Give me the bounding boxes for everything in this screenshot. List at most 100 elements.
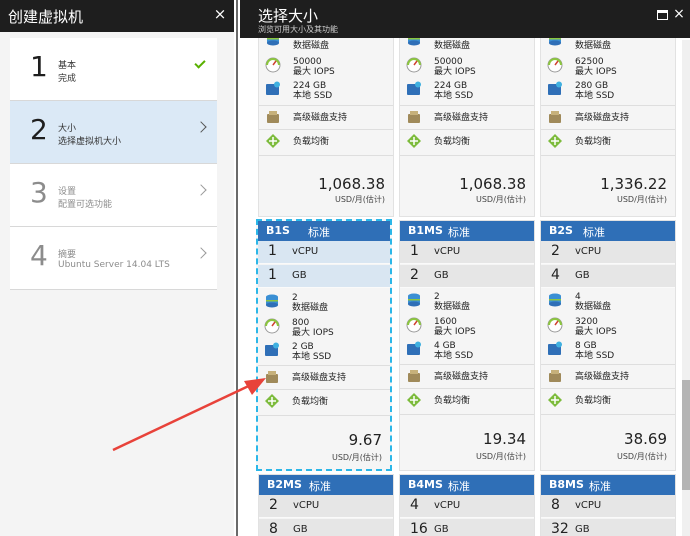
ram-value: 4 <box>551 267 560 283</box>
ssd-icon <box>548 341 562 355</box>
ssd-label: 本地 SSD <box>292 352 332 362</box>
disks-icon <box>267 38 279 46</box>
step-basics[interactable]: 1 基本 完成 <box>10 38 217 101</box>
ram-row: 8 GB <box>259 519 393 536</box>
lb-label: 负载均衡 <box>434 137 471 147</box>
disks-label: 数据磁盘 <box>575 302 612 312</box>
size-card-b4ms[interactable]: B4MS 标准 4 vCPU 16 GB <box>399 474 535 536</box>
ram-label: GB <box>292 270 307 281</box>
step-status: 完成 <box>58 74 77 84</box>
choose-size-blade: 选择大小 浏览可用大小及其功能 × 64 数据磁盘 50000 最大 IOPS … <box>240 0 690 536</box>
premium-disk-icon <box>549 370 561 382</box>
size-card[interactable]: 64 数据磁盘 50000 最大 IOPS 224 GB 本地 SSD 高级磁盘… <box>258 38 394 217</box>
chevron-right-icon <box>195 121 207 133</box>
blade-subtitle: 浏览可用大小及其功能 <box>258 25 338 34</box>
step-status: Ubuntu Server 14.04 LTS <box>58 260 170 270</box>
scrollbar[interactable] <box>682 40 690 536</box>
vcpu-row: 1 vCPU <box>258 241 390 264</box>
iops-value: 50000 <box>434 57 463 67</box>
ssd-value: 280 GB <box>575 81 609 91</box>
close-icon[interactable]: × <box>672 6 686 22</box>
divider <box>400 388 534 389</box>
vcpu-value: 2 <box>269 497 278 513</box>
iops-label: 最大 IOPS <box>434 67 476 77</box>
disks-icon <box>549 293 561 307</box>
ssd-label: 本地 SSD <box>575 351 615 361</box>
price: 1,336.22 <box>600 175 667 193</box>
ram-row: 4 GB <box>541 265 675 288</box>
size-card-b2ms[interactable]: B2MS 标准 2 vCPU 8 GB <box>258 474 394 536</box>
step-size[interactable]: 2 大小 选择虚拟机大小 <box>10 101 217 164</box>
divider <box>259 105 393 106</box>
disks-value: 2 <box>292 293 298 303</box>
vcpu-row: 8 vCPU <box>541 495 675 518</box>
wizard-steps: 1 基本 完成 2 大小 选择虚拟机大小 3 设置 配置可选功能 4 摘要 Ub… <box>10 38 217 290</box>
maximize-icon[interactable] <box>657 10 668 20</box>
divider <box>400 105 534 106</box>
step-title: 基本 <box>58 61 77 71</box>
size-name: B2S <box>549 224 573 237</box>
premium-label: 高级磁盘支持 <box>434 372 489 382</box>
step-settings[interactable]: 3 设置 配置可选功能 <box>10 164 217 227</box>
price-unit: USD/月(估计) <box>331 453 382 462</box>
choose-size-header: 选择大小 浏览可用大小及其功能 × <box>240 0 690 38</box>
divider <box>258 415 390 416</box>
iops-label: 最大 IOPS <box>575 67 617 77</box>
size-card-b1ms[interactable]: B1MS 标准 1 vCPU 2 GB 2 数据磁盘 1600 最大 IOPS <box>399 220 535 471</box>
ssd-label: 本地 SSD <box>293 91 333 101</box>
ssd-value: 8 GB <box>575 341 597 351</box>
close-icon[interactable]: × <box>210 4 230 24</box>
step-status: 配置可选功能 <box>58 200 113 210</box>
load-balancer-icon <box>548 393 562 407</box>
divider <box>541 105 675 106</box>
size-card-b2s[interactable]: B2S 标准 2 vCPU 4 GB 4 数据磁盘 3200 最大 IOPS 8… <box>540 220 676 471</box>
ram-value: 8 <box>269 521 278 536</box>
card-header: B2S 标准 <box>541 221 675 241</box>
ssd-label: 本地 SSD <box>434 91 474 101</box>
card-header: B1MS 标准 <box>400 221 534 241</box>
vcpu-row: 2 vCPU <box>541 241 675 264</box>
size-card-b8ms[interactable]: B8MS 标准 8 vCPU 32 GB <box>540 474 676 536</box>
card-header: B8MS 标准 <box>541 475 675 495</box>
size-card[interactable]: 64 数据磁盘 62500 最大 IOPS 280 GB 本地 SSD 高级磁盘… <box>540 38 676 217</box>
divider <box>258 365 390 366</box>
size-name: B1S <box>266 224 290 237</box>
size-card-b1s[interactable]: B1S 标准 1 vCPU 1 GB 2 数据磁盘 800 最大 IOPS 2 … <box>256 219 392 471</box>
ssd-label: 本地 SSD <box>434 351 474 361</box>
size-card[interactable]: 64 数据磁盘 50000 最大 IOPS 224 GB 本地 SSD 高级磁盘… <box>399 38 535 217</box>
lb-label: 负载均衡 <box>575 137 612 147</box>
disks-icon <box>266 294 278 308</box>
step-summary[interactable]: 4 摘要 Ubuntu Server 14.04 LTS <box>10 227 217 290</box>
premium-label: 高级磁盘支持 <box>434 113 489 123</box>
chevron-right-icon <box>195 247 207 259</box>
premium-label: 高级磁盘支持 <box>293 113 348 123</box>
disks-value: 2 <box>434 292 440 302</box>
iops-value: 50000 <box>293 57 322 67</box>
blade-divider <box>236 0 238 536</box>
gauge-icon <box>406 317 422 333</box>
lb-label: 负载均衡 <box>575 396 612 406</box>
ssd-value: 4 GB <box>434 341 456 351</box>
blade-title: 选择大小 <box>258 7 319 25</box>
price: 1,068.38 <box>459 175 526 193</box>
step-title: 设置 <box>58 187 77 197</box>
size-tier: 标准 <box>589 480 611 493</box>
ram-row: 16 GB <box>400 519 534 536</box>
divider <box>400 364 534 365</box>
ram-row: 1 GB <box>258 265 390 288</box>
size-tier: 标准 <box>583 226 605 239</box>
vcpu-label: vCPU <box>293 500 320 511</box>
iops-value: 62500 <box>575 57 604 67</box>
card-header: B4MS 标准 <box>400 475 534 495</box>
gauge-icon <box>264 318 280 334</box>
size-tier: 标准 <box>448 480 470 493</box>
ssd-value: 224 GB <box>434 81 468 91</box>
divider <box>400 155 534 156</box>
premium-disk-icon <box>266 371 278 383</box>
ram-value: 1 <box>268 267 277 283</box>
ram-value: 2 <box>410 267 419 283</box>
ram-label: GB <box>434 270 449 281</box>
ram-label: GB <box>293 524 308 535</box>
scrollbar-thumb[interactable] <box>682 380 690 490</box>
premium-disk-icon <box>408 370 420 382</box>
